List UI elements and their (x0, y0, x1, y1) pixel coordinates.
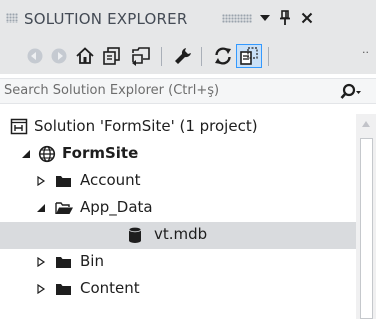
toolbar-separator (201, 47, 202, 66)
tree-item-folder[interactable]: App_Data (0, 195, 356, 222)
solution-icon (10, 118, 28, 135)
pin-icon (280, 10, 290, 25)
close-button[interactable] (296, 7, 318, 29)
expanded-arrow-icon[interactable] (36, 203, 46, 213)
collapsed-arrow-icon[interactable] (36, 176, 46, 186)
title-bar[interactable]: SOLUTION EXPLORER (0, 0, 376, 38)
scrollbar-thumb[interactable] (360, 138, 373, 319)
toolbar-separator (268, 47, 269, 66)
drag-grip-icon[interactable] (6, 13, 18, 23)
sync-with-active-document-button[interactable] (128, 44, 154, 68)
tree-item-label: Account (80, 171, 141, 189)
scroll-up-arrow-icon[interactable] (361, 120, 371, 128)
show-all-files-button[interactable] (236, 44, 262, 68)
show-all-files-icon (240, 47, 258, 65)
collapsed-arrow-icon[interactable] (36, 257, 46, 267)
properties-button[interactable] (170, 44, 196, 68)
search-input[interactable]: Search Solution Explorer (Ctrl+ş) (4, 83, 219, 98)
tree-item-label: Solution 'FormSite' (1 project) (34, 117, 258, 135)
database-icon (128, 226, 142, 243)
home-icon (76, 47, 94, 64)
collapsed-arrow-icon[interactable] (36, 284, 46, 294)
tree-item-folder[interactable]: Account (0, 168, 356, 195)
pending-changes-icon (103, 47, 120, 65)
refresh-icon (215, 47, 231, 65)
home-button[interactable] (72, 44, 98, 68)
wrench-icon (175, 48, 191, 64)
window-position-dropdown-button[interactable] (254, 7, 276, 29)
toolbar-separator (161, 47, 162, 66)
tree-item-label: FormSite (62, 144, 139, 162)
tree-item-label: App_Data (80, 198, 153, 216)
expanded-arrow-icon[interactable] (21, 149, 31, 159)
tree-item-label: Content (80, 279, 140, 297)
vertical-scrollbar[interactable] (356, 114, 376, 319)
back-button[interactable] (22, 44, 48, 68)
tree-item-label: vt.mdb (154, 225, 208, 243)
tree-item-folder[interactable]: Content (0, 276, 356, 303)
tree-item-file[interactable]: vt.mdb (0, 222, 356, 249)
folder-icon (56, 257, 71, 268)
drag-grip-icon[interactable] (222, 14, 252, 23)
search-icon[interactable] (340, 83, 362, 101)
auto-hide-pin-button[interactable] (274, 7, 296, 29)
solution-explorer-panel: SOLUTION EXPLORER ‧‧ Search Solution Exp… (0, 0, 376, 319)
panel-title: SOLUTION EXPLORER (24, 10, 188, 28)
pending-changes-filter-button[interactable] (99, 44, 125, 68)
forward-button[interactable] (46, 44, 72, 68)
search-box[interactable]: Search Solution Explorer (Ctrl+ş) (0, 78, 376, 104)
back-arrow-icon (27, 48, 43, 64)
tree-item-folder[interactable]: Bin (0, 249, 356, 276)
refresh-button[interactable] (210, 44, 236, 68)
tree-item-solution[interactable]: Solution 'FormSite' (1 project) (0, 114, 356, 141)
folder-icon (56, 176, 71, 187)
close-icon (301, 12, 313, 24)
solution-tree: Solution 'FormSite' (1 project) FormSite (0, 114, 356, 319)
toolbar-overflow-icon[interactable]: ‧‧ (362, 46, 369, 59)
toolbar: ‧‧ (0, 38, 376, 74)
folder-icon (56, 284, 71, 295)
forward-arrow-icon (51, 48, 67, 64)
folder-open-icon (55, 202, 73, 214)
tree-item-label: Bin (80, 252, 104, 270)
sync-icon (132, 47, 150, 66)
globe-icon (38, 145, 56, 163)
dropdown-arrow-icon (260, 15, 270, 21)
tree-item-project[interactable]: FormSite (0, 141, 356, 168)
